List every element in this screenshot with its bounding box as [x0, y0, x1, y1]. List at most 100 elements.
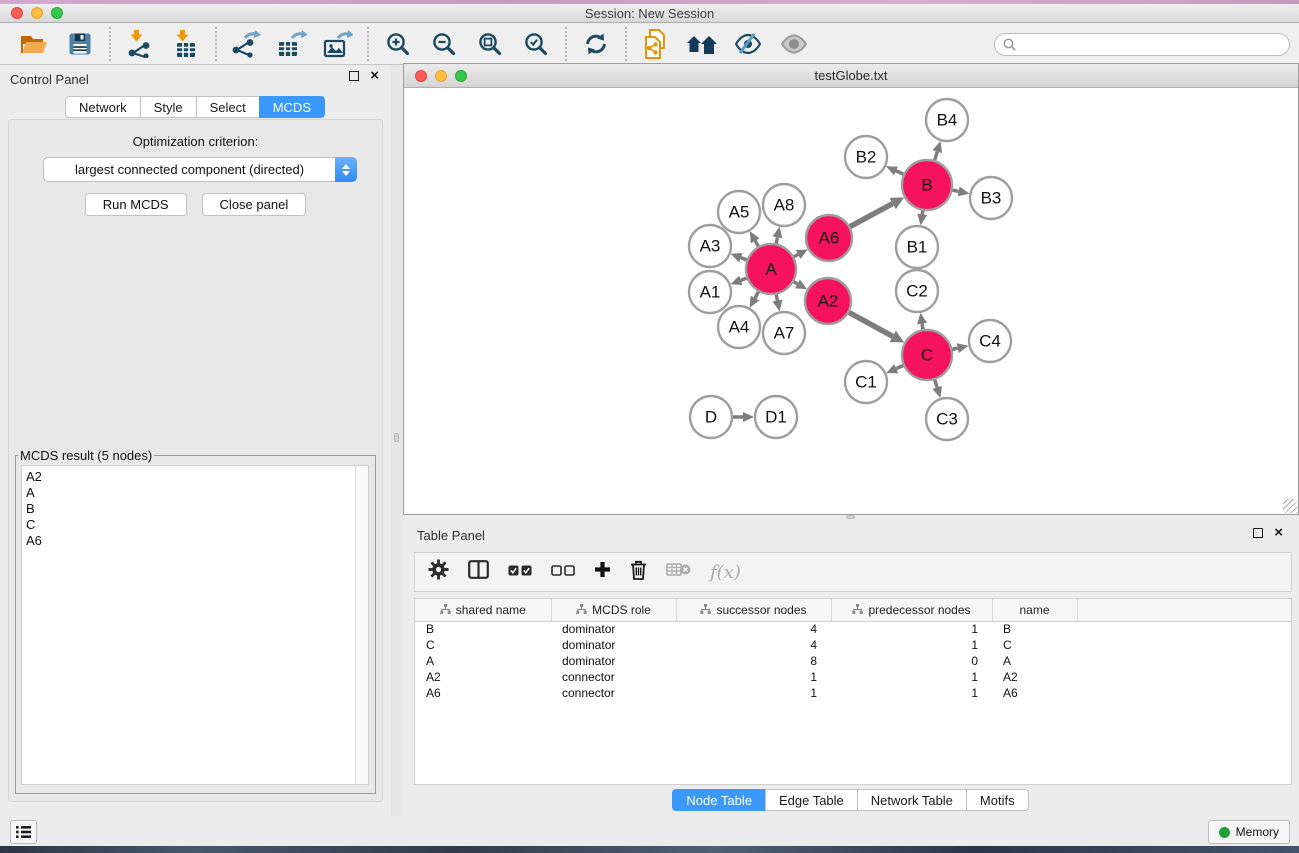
- zoom-out-icon[interactable]: [424, 27, 464, 61]
- table-cell[interactable]: B: [415, 621, 551, 637]
- tab-network[interactable]: Network: [65, 96, 141, 118]
- edge-C-C4[interactable]: [952, 348, 957, 349]
- table-cell[interactable]: B: [992, 621, 1077, 637]
- column-layout-icon[interactable]: [468, 560, 489, 584]
- run-mcds-button[interactable]: Run MCDS: [85, 193, 187, 216]
- table-cell[interactable]: dominator: [551, 637, 676, 653]
- edge-A-A4[interactable]: [755, 292, 758, 298]
- network-graph[interactable]: B4B2BB3A5A8A6A3B1AC2A1A2A4A7C4CC1DD1C3: [404, 88, 1298, 514]
- edge-A-A8[interactable]: [776, 237, 777, 243]
- edge-C-C1[interactable]: [896, 366, 903, 369]
- table-cell[interactable]: 8: [676, 653, 831, 669]
- table-row[interactable]: Cdominator41C: [415, 637, 1291, 653]
- table-cell[interactable]: [1077, 669, 1291, 685]
- tab-select[interactable]: Select: [196, 96, 260, 118]
- table-row[interactable]: Adominator80A: [415, 653, 1291, 669]
- function-builder-icon[interactable]: f(x): [710, 562, 741, 583]
- tab-mcds[interactable]: MCDS: [259, 96, 325, 118]
- tab-motifs[interactable]: Motifs: [966, 789, 1029, 811]
- deselect-all-checks-icon[interactable]: [551, 563, 575, 581]
- table-cell[interactable]: [1077, 653, 1291, 669]
- splitter-handle[interactable]: [846, 515, 855, 519]
- add-column-icon[interactable]: [594, 561, 611, 583]
- table-cell[interactable]: connector: [551, 685, 676, 701]
- close-panel-icon[interactable]: ×: [1274, 528, 1283, 538]
- edge-C-C2[interactable]: [922, 324, 923, 330]
- edge-A-A7[interactable]: [776, 294, 777, 300]
- mcds-result-list[interactable]: A2ABCA6: [22, 466, 355, 784]
- gear-icon[interactable]: [428, 559, 449, 585]
- home-icon[interactable]: [682, 27, 722, 61]
- result-list-scrollbar[interactable]: [355, 466, 368, 784]
- memory-button[interactable]: Memory: [1208, 820, 1290, 844]
- export-table-icon[interactable]: [272, 27, 312, 61]
- import-network-icon[interactable]: [120, 27, 160, 61]
- tab-network-table[interactable]: Network Table: [857, 789, 967, 811]
- result-list-item[interactable]: A2: [26, 469, 351, 485]
- table-row[interactable]: Bdominator41B: [415, 621, 1291, 637]
- table-cell[interactable]: [1077, 685, 1291, 701]
- search-field[interactable]: [994, 33, 1290, 56]
- edge-B-B2[interactable]: [896, 171, 903, 174]
- import-table-icon[interactable]: [166, 27, 206, 61]
- edge-A-A3[interactable]: [741, 258, 747, 260]
- criterion-select[interactable]: largest connected component (directed): [43, 157, 357, 182]
- table-cell[interactable]: 4: [676, 621, 831, 637]
- zoom-fit-icon[interactable]: [470, 27, 510, 61]
- table-cell[interactable]: 1: [831, 621, 992, 637]
- edge-B-B4[interactable]: [935, 152, 938, 161]
- table-cell[interactable]: 1: [831, 637, 992, 653]
- float-panel-icon[interactable]: [1253, 528, 1263, 538]
- network-canvas[interactable]: B4B2BB3A5A8A6A3B1AC2A1A2A4A7C4CC1DD1C3: [404, 88, 1298, 514]
- table-row[interactable]: A2connector11A2: [415, 669, 1291, 685]
- node-table[interactable]: shared nameMCDS rolesuccessor nodesprede…: [414, 598, 1292, 785]
- edge-A2-C[interactable]: [849, 312, 893, 336]
- float-panel-icon[interactable]: [349, 71, 359, 81]
- column-header-successor-nodes[interactable]: successor nodes: [676, 599, 831, 621]
- tab-node-table[interactable]: Node Table: [672, 789, 766, 811]
- show-visual-icon[interactable]: [774, 27, 814, 61]
- edge-A-A2[interactable]: [794, 282, 798, 284]
- splitter-handle[interactable]: [394, 433, 399, 442]
- table-cell[interactable]: A2: [415, 669, 551, 685]
- destroy-table-icon[interactable]: [666, 562, 691, 582]
- network-window-titlebar[interactable]: testGlobe.txt: [404, 64, 1298, 88]
- column-header-name[interactable]: name: [992, 599, 1077, 621]
- zoom-selected-icon[interactable]: [516, 27, 556, 61]
- edge-A-A6[interactable]: [794, 254, 798, 256]
- result-list-item[interactable]: A6: [26, 533, 351, 549]
- delete-column-icon[interactable]: [630, 560, 647, 585]
- task-history-button[interactable]: [10, 820, 37, 844]
- table-cell[interactable]: A: [415, 653, 551, 669]
- table-row[interactable]: A6connector11A6: [415, 685, 1291, 701]
- export-image-icon[interactable]: [318, 27, 358, 61]
- close-panel-icon[interactable]: ×: [370, 71, 379, 81]
- tab-style[interactable]: Style: [140, 96, 197, 118]
- save-session-icon[interactable]: [60, 27, 100, 61]
- close-panel-button[interactable]: Close panel: [202, 193, 307, 216]
- table-cell[interactable]: 1: [676, 669, 831, 685]
- edge-B-B3[interactable]: [952, 190, 958, 191]
- column-header-MCDS-role[interactable]: MCDS role: [551, 599, 676, 621]
- select-all-checks-icon[interactable]: [508, 563, 532, 581]
- resize-grip-icon[interactable]: [1283, 499, 1297, 513]
- hide-visual-icon[interactable]: [728, 27, 768, 61]
- table-cell[interactable]: 1: [831, 669, 992, 685]
- open-session-icon[interactable]: [14, 27, 54, 61]
- table-cell[interactable]: 0: [831, 653, 992, 669]
- table-cell[interactable]: dominator: [551, 653, 676, 669]
- table-cell[interactable]: C: [992, 637, 1077, 653]
- table-cell[interactable]: 1: [676, 685, 831, 701]
- edge-B-B1[interactable]: [922, 211, 923, 215]
- session-doc-icon[interactable]: [636, 27, 676, 61]
- edge-A-A5[interactable]: [755, 241, 758, 247]
- table-cell[interactable]: A6: [415, 685, 551, 701]
- table-cell[interactable]: [1077, 637, 1291, 653]
- result-list-item[interactable]: A: [26, 485, 351, 501]
- result-list-item[interactable]: B: [26, 501, 351, 517]
- vertical-splitter[interactable]: [391, 65, 403, 816]
- table-cell[interactable]: 4: [676, 637, 831, 653]
- refresh-layout-icon[interactable]: [576, 27, 616, 61]
- table-cell[interactable]: 1: [831, 685, 992, 701]
- edge-A-A1[interactable]: [741, 278, 747, 280]
